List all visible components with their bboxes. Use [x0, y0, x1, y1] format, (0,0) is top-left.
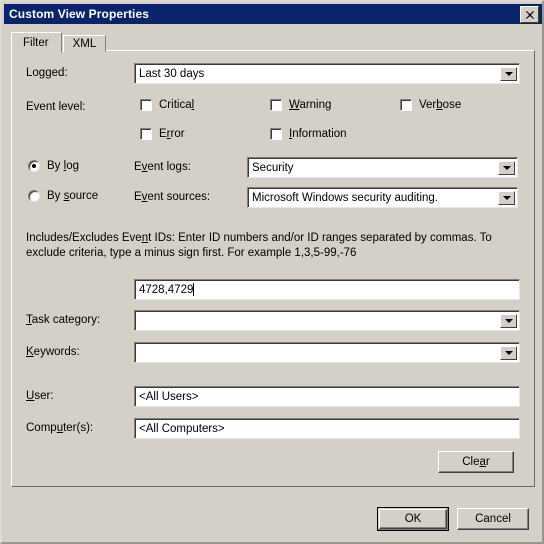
checkbox-critical[interactable]: Critical	[140, 99, 194, 111]
task-category-label: Task category:	[26, 314, 101, 326]
radio-by-source-circle[interactable]	[28, 190, 40, 202]
logged-combo[interactable]: Last 30 days	[134, 63, 520, 84]
logged-combo-value: Last 30 days	[139, 67, 205, 80]
radio-by-source-label: By source	[47, 190, 99, 202]
event-ids-input-value: 4728,4729	[139, 283, 194, 296]
checkbox-warning[interactable]: Warning	[270, 99, 331, 111]
event-ids-help-text: Includes/Excludes Event IDs: Enter ID nu…	[26, 232, 492, 259]
computers-input-value: <All Computers>	[139, 422, 225, 435]
keywords-label: Keywords:	[26, 346, 80, 358]
keywords-combo[interactable]	[134, 342, 520, 363]
chevron-down-icon[interactable]	[500, 66, 517, 81]
filter-tab-panel: Logged: Last 30 days Event level: Critic…	[11, 50, 535, 487]
checkbox-verbose-label: Verbose	[419, 99, 462, 111]
event-sources-combo-value: Microsoft Windows security auditing.	[252, 191, 438, 204]
chevron-down-icon[interactable]	[500, 345, 517, 360]
checkbox-error-label: Error	[159, 128, 185, 140]
checkbox-verbose-box[interactable]	[400, 99, 412, 111]
checkbox-error[interactable]: Error	[140, 128, 185, 140]
event-sources-label: Event sources:	[134, 191, 211, 203]
event-logs-combo-value: Security	[252, 161, 294, 174]
checkbox-error-box[interactable]	[140, 128, 152, 140]
chevron-down-icon[interactable]	[498, 190, 515, 205]
tab-strip: Filter XML	[11, 31, 107, 53]
title-bar: Custom View Properties	[4, 4, 542, 24]
checkbox-information[interactable]: Information	[270, 128, 347, 140]
task-category-combo[interactable]	[134, 310, 520, 331]
computers-input[interactable]: <All Computers>	[134, 418, 520, 439]
text-caret	[193, 283, 195, 296]
checkbox-critical-label: Critical	[159, 99, 195, 111]
tab-filter[interactable]: Filter	[11, 32, 62, 53]
cancel-button[interactable]: Cancel	[457, 508, 529, 530]
user-input-value: <All Users>	[139, 390, 199, 403]
chevron-down-icon[interactable]	[500, 313, 517, 328]
cancel-button-label: Cancel	[475, 513, 511, 525]
radio-by-source[interactable]: By source	[28, 190, 98, 202]
event-logs-label: Event logs:	[134, 161, 191, 173]
event-level-label: Event level:	[26, 101, 86, 113]
tab-xml-label: XML	[72, 38, 97, 50]
chevron-down-icon[interactable]	[498, 160, 515, 175]
radio-by-log-circle[interactable]	[28, 160, 40, 172]
tab-xml[interactable]: XML	[62, 35, 107, 52]
ok-button-label: OK	[404, 513, 422, 525]
window-title: Custom View Properties	[9, 7, 150, 21]
checkbox-information-label: Information	[289, 128, 347, 140]
checkbox-information-box[interactable]	[270, 128, 282, 140]
radio-by-log[interactable]: By log	[28, 160, 79, 172]
custom-view-properties-dialog: Custom View Properties Filter XML Logged…	[0, 0, 544, 544]
checkbox-critical-box[interactable]	[140, 99, 152, 111]
clear-button[interactable]: Clear	[438, 451, 514, 473]
checkbox-warning-box[interactable]	[270, 99, 282, 111]
checkbox-warning-label: Warning	[289, 99, 332, 111]
event-ids-input[interactable]: 4728,4729	[134, 279, 520, 300]
event-logs-combo[interactable]: Security	[247, 157, 518, 178]
clear-button-label: Clear	[462, 456, 490, 468]
logged-label: Logged:	[26, 67, 68, 79]
radio-by-log-label: By log	[47, 160, 79, 172]
computers-label: Computer(s):	[26, 422, 94, 434]
tab-filter-label: Filter	[23, 37, 49, 49]
checkbox-verbose[interactable]: Verbose	[400, 99, 461, 111]
ok-button[interactable]: OK	[377, 507, 449, 531]
user-label: User:	[26, 390, 54, 402]
event-sources-combo[interactable]: Microsoft Windows security auditing.	[247, 187, 518, 208]
user-input[interactable]: <All Users>	[134, 386, 520, 407]
close-icon[interactable]	[520, 6, 539, 23]
